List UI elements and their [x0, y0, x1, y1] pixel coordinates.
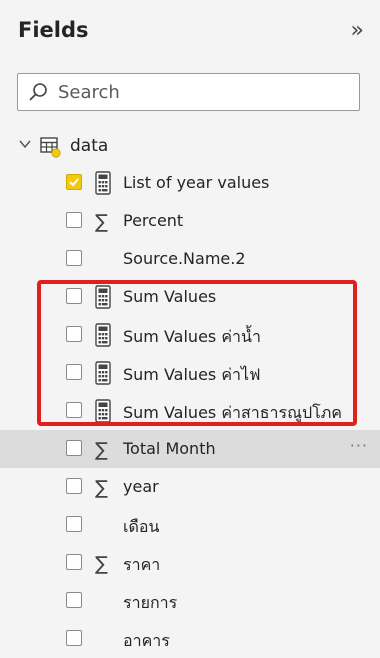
field-row[interactable]: ∑ ราคา — [0, 544, 380, 582]
field-row[interactable]: Sum Values ค่าสาธารณูปโภค — [0, 392, 380, 430]
collapse-pane-icon[interactable]: » — [351, 16, 364, 46]
svg-text:∑: ∑ — [95, 477, 108, 499]
field-row[interactable]: ∑ year — [0, 468, 380, 506]
field-row[interactable]: เดือน — [0, 506, 380, 544]
chevron-down-icon[interactable] — [18, 137, 32, 151]
field-label: อาคาร — [123, 631, 170, 650]
search-placeholder: Search — [58, 82, 120, 103]
field-label: Source.Name.2 — [123, 249, 246, 268]
field-row[interactable]: Sum Values ค่าน้ำ — [0, 316, 380, 354]
field-label: Sum Values ค่าไฟ — [123, 365, 261, 384]
field-checkbox[interactable] — [66, 402, 82, 418]
field-checkbox[interactable] — [66, 554, 82, 570]
calculator-icon — [93, 171, 113, 195]
sigma-icon: ∑ — [93, 475, 113, 499]
field-row[interactable]: Sum Values ค่าไฟ — [0, 354, 380, 392]
field-label: List of year values — [123, 173, 270, 192]
field-checkbox[interactable] — [66, 212, 82, 228]
field-label: Percent — [123, 211, 184, 230]
svg-text:∑: ∑ — [95, 211, 108, 233]
fields-pane: Fields » Search data List of year values… — [0, 0, 380, 658]
field-checkbox[interactable] — [66, 440, 82, 456]
field-row[interactable]: Sum Values — [0, 278, 380, 316]
field-row[interactable]: อาคาร — [0, 620, 380, 658]
sigma-icon: ∑ — [93, 437, 113, 461]
field-label: Sum Values ค่าน้ำ — [123, 327, 261, 346]
field-label: เดือน — [123, 517, 160, 536]
field-label: ราคา — [123, 555, 161, 574]
calculator-icon — [93, 285, 113, 309]
calculator-icon — [93, 361, 113, 385]
field-checkbox[interactable] — [66, 250, 82, 266]
more-options-icon[interactable]: ··· — [350, 436, 368, 455]
field-checkbox[interactable] — [66, 630, 82, 646]
field-checkbox[interactable] — [66, 516, 82, 532]
field-row[interactable]: ∑ Total Month ··· — [0, 430, 380, 468]
sigma-icon: ∑ — [93, 551, 113, 575]
field-checkbox[interactable] — [66, 288, 82, 304]
field-label: Total Month — [123, 439, 216, 458]
calculator-icon — [93, 399, 113, 423]
pane-title: Fields — [18, 18, 89, 42]
svg-text:∑: ∑ — [95, 439, 108, 461]
sigma-icon: ∑ — [93, 209, 113, 233]
field-checkbox[interactable] — [66, 592, 82, 608]
field-checkbox[interactable] — [66, 364, 82, 380]
field-checkbox[interactable] — [66, 478, 82, 494]
field-label: รายการ — [123, 593, 178, 612]
field-checkbox[interactable] — [66, 174, 82, 190]
field-checkbox[interactable] — [66, 326, 82, 342]
field-label: year — [123, 477, 159, 496]
search-input[interactable]: Search — [17, 73, 360, 111]
fields-header: Fields » — [18, 18, 374, 48]
field-row[interactable]: List of year values — [0, 164, 380, 202]
table-icon — [40, 137, 61, 158]
field-label: Sum Values ค่าสาธารณูปโภค — [123, 403, 342, 422]
field-row[interactable]: Source.Name.2 — [0, 240, 380, 278]
table-node-data[interactable]: data — [18, 133, 358, 161]
calculator-icon — [93, 323, 113, 347]
search-icon — [29, 83, 47, 101]
svg-text:∑: ∑ — [95, 553, 108, 575]
table-name: data — [70, 136, 109, 156]
field-row[interactable]: รายการ — [0, 582, 380, 620]
field-label: Sum Values — [123, 287, 217, 306]
field-row[interactable]: ∑ Percent — [0, 202, 380, 240]
